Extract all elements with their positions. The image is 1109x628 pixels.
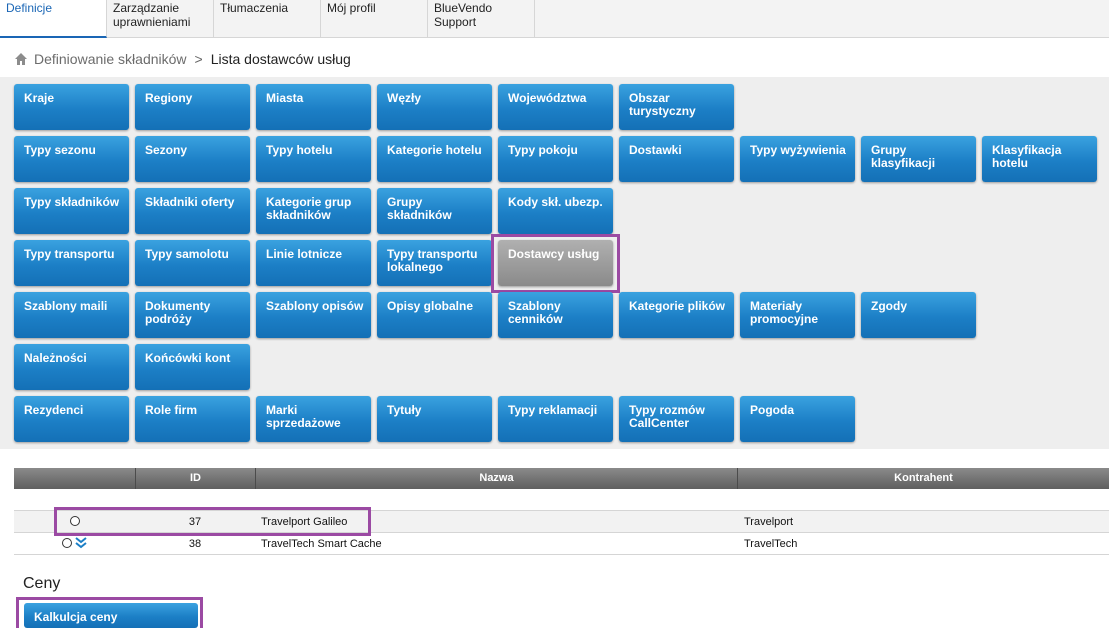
tile-opisy-globalne[interactable]: Opisy globalne [377,292,492,338]
table-header: ID Nazwa Kontrahent [14,468,1109,489]
tile-typy-reklamacji[interactable]: Typy reklamacji [498,396,613,442]
tile-dostawcy-uslug[interactable]: Dostawcy usług [498,240,613,286]
tile-typy-rozmow-callcenter[interactable]: Typy rozmów CallCenter [619,396,734,442]
row-name: Travelport Galileo [261,516,348,528]
tab-bluevendo-support[interactable]: BlueVendo Support [428,0,535,38]
column-header-nazwa[interactable]: Nazwa [255,468,737,489]
definitions-tile-grid: Kraje Regiony Miasta Węzły Województwa O… [0,77,1109,449]
table-row[interactable]: 38 TravelTech Smart Cache TravelTech [14,533,1109,555]
tile-typy-samolotu[interactable]: Typy samolotu [135,240,250,286]
row-id: 38 [188,538,202,550]
tile-miasta[interactable]: Miasta [256,84,371,130]
tab-zarzadzanie-uprawnieniami[interactable]: Zarządzanie uprawnieniami [107,0,214,38]
column-header-kontrahent[interactable]: Kontrahent [737,468,1109,489]
price-calculation-button[interactable]: Kalkulcja ceny [24,603,198,628]
row-id: 37 [188,516,202,528]
table-row[interactable]: 37 Travelport Galileo Travelport [14,511,1109,533]
tile-kody-skl-ubezp[interactable]: Kody skł. ubezp. [498,188,613,234]
tile-typy-hotelu[interactable]: Typy hotelu [256,136,371,182]
tab-moj-profil[interactable]: Mój profil [321,0,428,38]
breadcrumb-parent[interactable]: Definiowanie składników [34,51,187,67]
tile-grupy-skladnikow[interactable]: Grupy składników [377,188,492,234]
tile-naleznosci[interactable]: Należności [14,344,129,390]
tile-typy-pokoju[interactable]: Typy pokoju [498,136,613,182]
tile-typy-transportu[interactable]: Typy transportu [14,240,129,286]
column-header-id[interactable]: ID [135,468,255,489]
row-contractor: TravelTech [744,538,798,550]
tile-kategorie-plikow[interactable]: Kategorie plików [619,292,734,338]
section-title-ceny: Ceny [23,575,61,592]
tile-wojewodztwa[interactable]: Województwa [498,84,613,130]
column-header-select [14,468,135,489]
row-radio-button[interactable] [62,538,72,548]
tile-dostawki[interactable]: Dostawki [619,136,734,182]
tile-linie-lotnicze[interactable]: Linie lotnicze [256,240,371,286]
tile-kategorie-hotelu[interactable]: Kategorie hotelu [377,136,492,182]
breadcrumb-separator: > [194,51,203,67]
home-icon[interactable] [14,52,28,66]
tile-typy-wyzywienia[interactable]: Typy wyżywienia [740,136,855,182]
tile-szablony-opisow[interactable]: Szablony opisów [256,292,371,338]
tile-marki-sprzedazowe[interactable]: Marki sprzedażowe [256,396,371,442]
tile-kraje[interactable]: Kraje [14,84,129,130]
row-name: TravelTech Smart Cache [261,538,382,550]
tile-klasyfikacja-hotelu[interactable]: Klasyfikacja hotelu [982,136,1097,182]
tab-tlumaczenia[interactable]: Tłumaczenia [214,0,321,38]
tile-grupy-klasyfikacji[interactable]: Grupy klasyfikacji [861,136,976,182]
tile-tytuly[interactable]: Tytuły [377,396,492,442]
tile-szablony-maili[interactable]: Szablony maili [14,292,129,338]
breadcrumb: Definiowanie składników > Lista dostawcó… [14,50,351,68]
tile-role-firm[interactable]: Role firm [135,396,250,442]
tile-skladniki-oferty[interactable]: Składniki oferty [135,188,250,234]
top-tab-bar: Definicje Zarządzanie uprawnieniami Tłum… [0,0,1109,38]
tile-typy-transportu-lokalnego[interactable]: Typy transportu lokalnego [377,240,492,286]
tile-typy-skladnikow[interactable]: Typy składników [14,188,129,234]
tile-regiony[interactable]: Regiony [135,84,250,130]
tile-kategorie-grup-skladnikow[interactable]: Kategorie grup składników [256,188,371,234]
tile-zgody[interactable]: Zgody [861,292,976,338]
tile-materialy-promocyjne[interactable]: Materiały promocyjne [740,292,855,338]
tile-typy-sezonu[interactable]: Typy sezonu [14,136,129,182]
tile-szablony-cennikow[interactable]: Szablony cenników [498,292,613,338]
tile-sezony[interactable]: Sezony [135,136,250,182]
tab-definicje[interactable]: Definicje [0,0,107,38]
row-contractor: Travelport [744,516,794,528]
chevron-double-down-icon[interactable] [75,536,87,550]
row-radio-button[interactable] [70,516,80,526]
tile-rezydenci[interactable]: Rezydenci [14,396,129,442]
tile-obszar-turystyczny[interactable]: Obszar turystyczny [619,84,734,130]
tile-koncowki-kont[interactable]: Końcówki kont [135,344,250,390]
tile-wezly[interactable]: Węzły [377,84,492,130]
breadcrumb-current: Lista dostawców usług [210,51,351,67]
table-row [14,489,1109,511]
tile-pogoda[interactable]: Pogoda [740,396,855,442]
tile-dokumenty-podrozy[interactable]: Dokumenty podróży [135,292,250,338]
